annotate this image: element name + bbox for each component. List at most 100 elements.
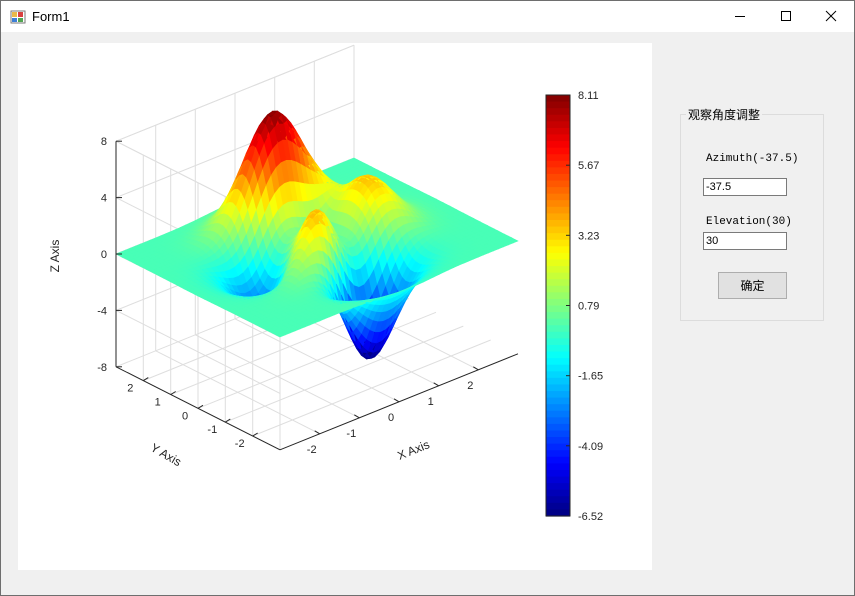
colorbar-tick-label: 8.11 [578, 90, 599, 102]
colorbar-segment [546, 443, 570, 451]
colorbar-segment [546, 167, 570, 175]
colorbar-segment [546, 331, 570, 339]
colorbar-segment [546, 364, 570, 372]
colorbar: 8.11 5.67 3.23 0.79 -1.65 -4.09 -6.52 [545, 90, 603, 523]
colorbar-segment [546, 266, 570, 274]
colorbar-tick-label: 0.79 [578, 301, 599, 313]
y-tick-label: 2 [127, 383, 133, 395]
colorbar-segment [546, 358, 570, 366]
elevation-label: Elevation(30) [706, 216, 792, 228]
colorbar-segment [546, 200, 570, 208]
confirm-button[interactable]: 确定 [718, 272, 787, 299]
app-icon [10, 10, 26, 24]
colorbar-segment [546, 456, 570, 464]
colorbar-segment [546, 430, 570, 438]
y-tick-label: -2 [235, 438, 245, 450]
colorbar-segment [546, 483, 570, 491]
colorbar-segment [546, 410, 570, 418]
colorbar-segment [546, 423, 570, 432]
azimuth-label: Azimuth(-37.5) [706, 153, 799, 165]
colorbar-segment [546, 121, 570, 129]
colorbar-tick-label: 3.23 [578, 230, 599, 242]
z-tick-label: -8 [97, 362, 107, 374]
colorbar-segment [546, 463, 570, 471]
x-tick [354, 414, 360, 419]
colorbar-segment [546, 489, 570, 497]
colorbar-segment [546, 496, 570, 504]
minimize-button[interactable] [717, 1, 763, 32]
colorbar-segment [546, 154, 570, 162]
x-tick-label: 2 [467, 380, 473, 392]
colorbar-segment [546, 252, 570, 261]
x-tick-label: 0 [388, 412, 394, 424]
colorbar-segment [546, 259, 570, 267]
z-tick-label: -4 [97, 305, 107, 317]
x-tick-label: 1 [428, 396, 434, 408]
colorbar-segment [546, 450, 570, 458]
x-tick [473, 366, 479, 371]
colorbar-segment [546, 213, 570, 221]
x-tick [314, 430, 320, 435]
x-tick-label: -2 [307, 444, 317, 456]
group-title: 观察角度调整 [686, 106, 763, 123]
z-tick-label: 4 [101, 193, 107, 205]
colorbar-segment [546, 351, 570, 359]
x-tick [393, 398, 400, 403]
colorbar-segment [546, 219, 570, 228]
colorbar-segment [546, 377, 570, 386]
colorbar-tick-label: -4.09 [578, 441, 603, 453]
grid-line [197, 311, 437, 409]
colorbar-segment [546, 272, 570, 280]
colorbar-segment [546, 344, 570, 353]
close-icon [825, 10, 837, 22]
colorbar-segment [546, 371, 570, 379]
colorbar-segment [546, 239, 570, 247]
maximize-icon [781, 11, 791, 21]
colorbar-segment [546, 147, 570, 155]
colorbar-segment [546, 226, 570, 234]
y-tick-label: -1 [207, 424, 217, 436]
maximize-button[interactable] [763, 1, 809, 32]
colorbar-tick-label: -6.52 [578, 511, 603, 523]
main-window: Form1 -2 -1 0 1 2 -2 -1 0 1 2 -8 -4 0 4 8 X Axis Y Axis Z… [0, 0, 855, 596]
colorbar-segment [546, 108, 570, 116]
x-axis-title: X Axis [395, 437, 431, 462]
x-tick-label: -1 [346, 428, 356, 440]
colorbar-segment [546, 502, 570, 511]
z-axis-title: Z Axis [48, 240, 62, 273]
x-tick [433, 382, 439, 387]
plot-panel: -2 -1 0 1 2 -2 -1 0 1 2 -8 -4 0 4 8 X Axis Y Axis Z Axis … [18, 43, 652, 570]
colorbar-segment [546, 318, 570, 326]
colorbar-segment [546, 187, 570, 195]
close-button[interactable] [808, 1, 854, 32]
colorbar-segment [546, 206, 570, 215]
azimuth-input[interactable] [703, 178, 787, 196]
y-axis-title: Y Axis [148, 440, 184, 469]
colorbar-segment [546, 312, 570, 320]
colorbar-segment [546, 391, 570, 399]
colorbar-segment [546, 437, 570, 445]
colorbar-segment [546, 101, 570, 109]
colorbar-segment [546, 95, 570, 103]
colorbar-segment [546, 279, 570, 287]
colorbar-segment [546, 134, 570, 142]
colorbar-segment [546, 305, 570, 313]
colorbar-segment [546, 193, 570, 201]
colorbar-segment [546, 292, 570, 300]
elevation-input[interactable] [703, 232, 787, 250]
colorbar-segment [546, 384, 570, 392]
surface-mesh [115, 110, 519, 360]
colorbar-segment [546, 404, 570, 412]
colorbar-segment [546, 246, 570, 254]
colorbar-segment [546, 180, 570, 188]
colorbar-segment [546, 469, 570, 478]
colorbar-tick-label: -1.65 [578, 371, 603, 383]
surface-plot[interactable]: -2-1012-2-1012-8-4048X AxisY AxisZ Axis … [18, 43, 652, 570]
title-bar[interactable]: Form1 [1, 1, 854, 32]
colorbar-segment [546, 476, 570, 484]
y-tick-label: 0 [182, 410, 188, 422]
colorbar-segment [546, 338, 570, 346]
z-tick-label: 0 [101, 249, 107, 261]
view-angle-group: 观察角度调整 Azimuth(-37.5) Elevation(30) 确定 [680, 106, 824, 321]
colorbar-segment [546, 233, 570, 241]
